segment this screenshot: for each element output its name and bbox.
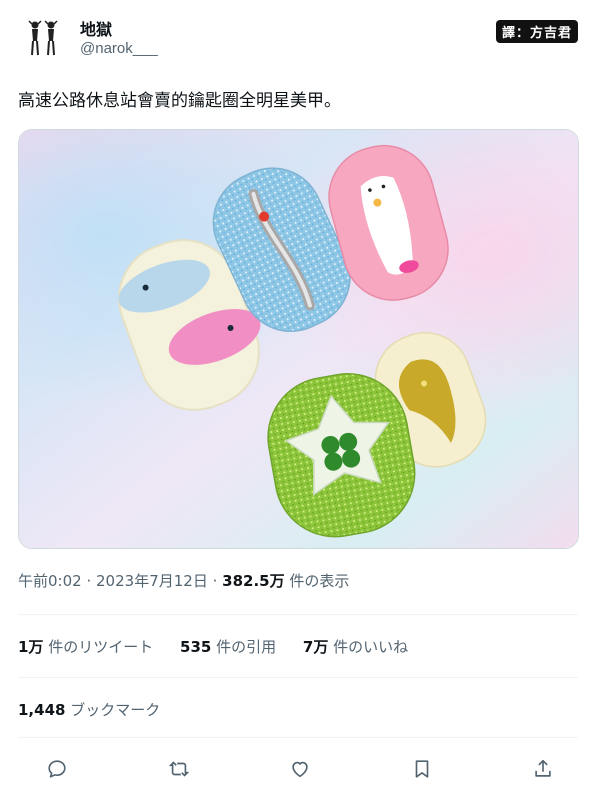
like-icon	[292, 761, 308, 778]
share-icon	[535, 759, 551, 777]
engagement-stats: 1万 件のリツイート 535 件の引用 7万 件のいいね	[18, 636, 430, 657]
meta-separator: ·	[212, 572, 223, 590]
like-label: 件のいいね	[333, 638, 409, 656]
retweet-icon	[168, 761, 189, 777]
share-button[interactable]	[526, 752, 560, 786]
retweet-count: 1万	[18, 638, 44, 656]
user-handle[interactable]: @narok___	[80, 40, 158, 57]
bookmark-button[interactable]	[405, 752, 439, 786]
avatar-figures-icon	[18, 14, 66, 62]
reply-icon	[48, 760, 66, 778]
like-stat[interactable]: 7万 件のいいね	[303, 636, 408, 657]
nail-art-photo	[19, 130, 578, 548]
like-button[interactable]	[283, 752, 317, 786]
view-count: 382.5万	[222, 572, 285, 590]
avatar[interactable]	[18, 14, 66, 62]
divider	[18, 614, 578, 615]
bookmark-icon	[415, 760, 428, 778]
bookmark-label: ブックマーク	[70, 701, 161, 719]
retweet-button[interactable]	[162, 752, 196, 786]
bookmark-stat: 1,448 ブックマーク	[18, 699, 160, 720]
quote-label: 件の引用	[216, 638, 277, 656]
tweet-header: 地獄 @narok___ 譯：方吉君	[18, 14, 578, 64]
action-bar	[40, 752, 560, 786]
tweet-image[interactable]	[18, 129, 579, 549]
tweet-text: 高速公路休息站會賣的鑰匙圈全明星美甲。	[18, 91, 341, 111]
tweet-meta: 午前0:02 · 2023年7月12日 · 382.5万 件の表示	[18, 570, 349, 591]
retweet-stat[interactable]: 1万 件のリツイート	[18, 636, 153, 657]
quote-stat[interactable]: 535 件の引用	[180, 636, 276, 657]
display-name[interactable]: 地獄	[80, 16, 112, 40]
divider	[18, 677, 578, 678]
translator-badge: 譯：方吉君	[495, 20, 578, 43]
quote-count: 535	[180, 638, 212, 656]
tweet-time[interactable]: 午前0:02	[18, 572, 82, 590]
bookmark-count: 1,448	[18, 701, 66, 719]
tweet-date[interactable]: 2023年7月12日	[96, 572, 208, 590]
retweet-label: 件のリツイート	[48, 638, 154, 656]
divider	[18, 737, 578, 738]
like-count: 7万	[302, 638, 329, 656]
view-label: 件の表示	[289, 572, 350, 590]
reply-button[interactable]	[40, 752, 74, 786]
meta-separator: ·	[86, 572, 97, 590]
